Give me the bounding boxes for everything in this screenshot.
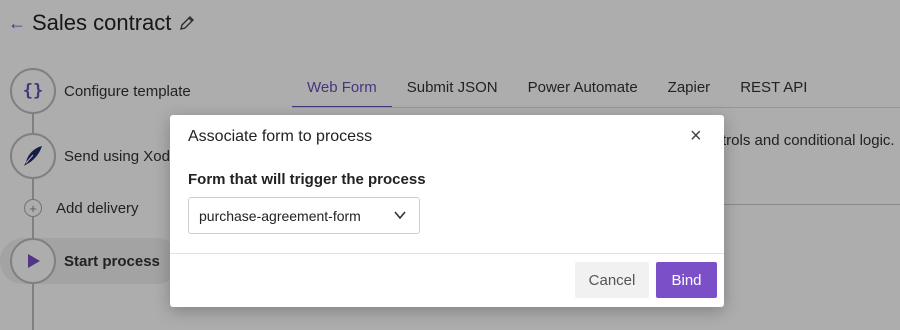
dialog-divider <box>170 253 724 254</box>
associate-form-dialog: Associate form to process × Form that wi… <box>170 115 724 307</box>
form-select[interactable]: purchase-agreement-form <box>188 197 420 234</box>
form-select-value: purchase-agreement-form <box>199 207 361 224</box>
bind-button[interactable]: Bind <box>656 262 717 298</box>
chevron-down-icon <box>393 208 407 225</box>
form-field-label: Form that will trigger the process <box>188 171 426 188</box>
cancel-button[interactable]: Cancel <box>575 262 649 298</box>
close-icon[interactable]: × <box>690 125 702 148</box>
dialog-title: Associate form to process <box>188 128 373 145</box>
